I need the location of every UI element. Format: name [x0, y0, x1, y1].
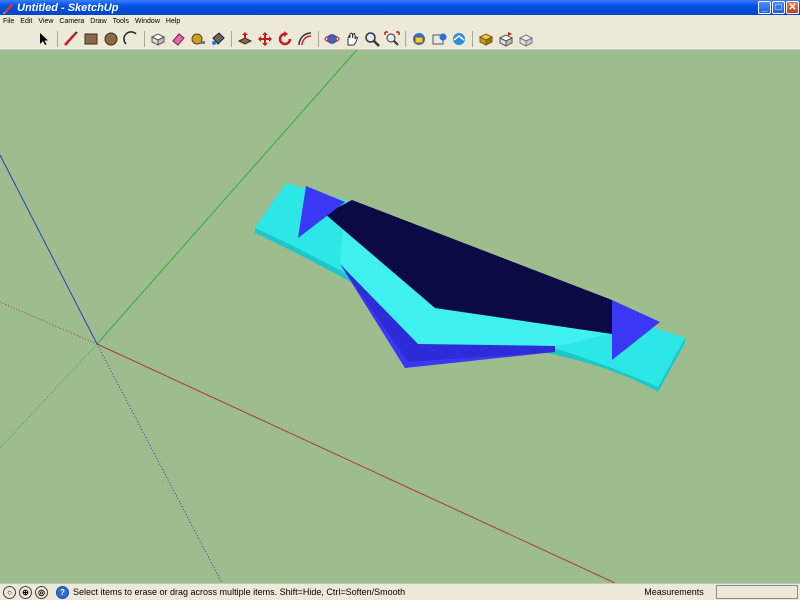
rectangle-icon[interactable]: [81, 29, 101, 49]
zoom-icon[interactable]: [362, 29, 382, 49]
menu-edit[interactable]: Edit: [17, 18, 35, 25]
menu-help[interactable]: Help: [163, 18, 183, 25]
menu-file[interactable]: File: [0, 18, 17, 25]
paint-bucket-icon[interactable]: [208, 29, 228, 49]
menu-bar: File Edit View Camera Draw Tools Window …: [0, 15, 800, 28]
pan-icon[interactable]: [342, 29, 362, 49]
move-icon[interactable]: [255, 29, 275, 49]
scene-canvas[interactable]: [0, 50, 800, 583]
extension-warehouse-icon[interactable]: [516, 29, 536, 49]
close-button[interactable]: ✕: [786, 1, 799, 14]
toolbar-separator: [231, 30, 232, 47]
orbit-icon[interactable]: [322, 29, 342, 49]
credits-icon[interactable]: ⊕: [19, 585, 32, 599]
sketchup-app-icon: [3, 3, 13, 14]
rotate-icon[interactable]: [275, 29, 295, 49]
tape-measure-icon[interactable]: [188, 29, 208, 49]
push-pull-icon[interactable]: [235, 29, 255, 49]
user-icon[interactable]: ◎: [35, 585, 48, 599]
red-axis-negative: [0, 301, 98, 345]
measurements-label: Measurements: [644, 587, 704, 597]
select-icon[interactable]: [34, 29, 54, 49]
window-title: Untitled - SketchUp: [17, 1, 119, 14]
arc-icon[interactable]: [121, 29, 141, 49]
model-viewport[interactable]: [0, 50, 800, 583]
blue-axis: [0, 154, 98, 345]
toolbar-separator: [144, 30, 145, 47]
menu-draw[interactable]: Draw: [87, 18, 109, 25]
menu-tools[interactable]: Tools: [110, 18, 132, 25]
maximize-button[interactable]: □: [772, 1, 785, 14]
green-axis-negative: [0, 343, 98, 449]
toolbar-separator: [405, 30, 406, 47]
get-models-icon[interactable]: [409, 29, 429, 49]
share-model-icon[interactable]: [429, 29, 449, 49]
line-icon[interactable]: [61, 29, 81, 49]
toolbar-separator: [318, 30, 319, 47]
title-bar[interactable]: Untitled - SketchUp _ □ ✕: [0, 0, 800, 15]
measurements-input[interactable]: [716, 585, 798, 599]
menu-view[interactable]: View: [35, 18, 56, 25]
offset-icon[interactable]: [295, 29, 315, 49]
toolbar-separator: [472, 30, 473, 47]
blue-axis-negative: [96, 343, 223, 583]
make-component-icon[interactable]: [148, 29, 168, 49]
model-group[interactable]: [255, 183, 685, 392]
get-components-icon[interactable]: [476, 29, 496, 49]
zoom-extents-icon[interactable]: [382, 29, 402, 49]
get-photo-texture-icon[interactable]: [449, 29, 469, 49]
circle-icon[interactable]: [101, 29, 121, 49]
help-icon[interactable]: ?: [56, 585, 69, 599]
menu-camera[interactable]: Camera: [56, 18, 87, 25]
toolbar-separator: [57, 30, 58, 47]
menu-window[interactable]: Window: [132, 18, 163, 25]
status-bar: ○ ⊕ ◎ ? Select items to erase or drag ac…: [0, 583, 800, 600]
share-component-icon[interactable]: [496, 29, 516, 49]
minimize-button[interactable]: _: [758, 1, 771, 14]
status-text: Select items to erase or drag across mul…: [73, 587, 406, 597]
red-axis: [96, 343, 616, 583]
main-toolbar: [0, 28, 800, 50]
eraser-icon[interactable]: [168, 29, 188, 49]
geo-location-icon[interactable]: ○: [3, 585, 16, 599]
